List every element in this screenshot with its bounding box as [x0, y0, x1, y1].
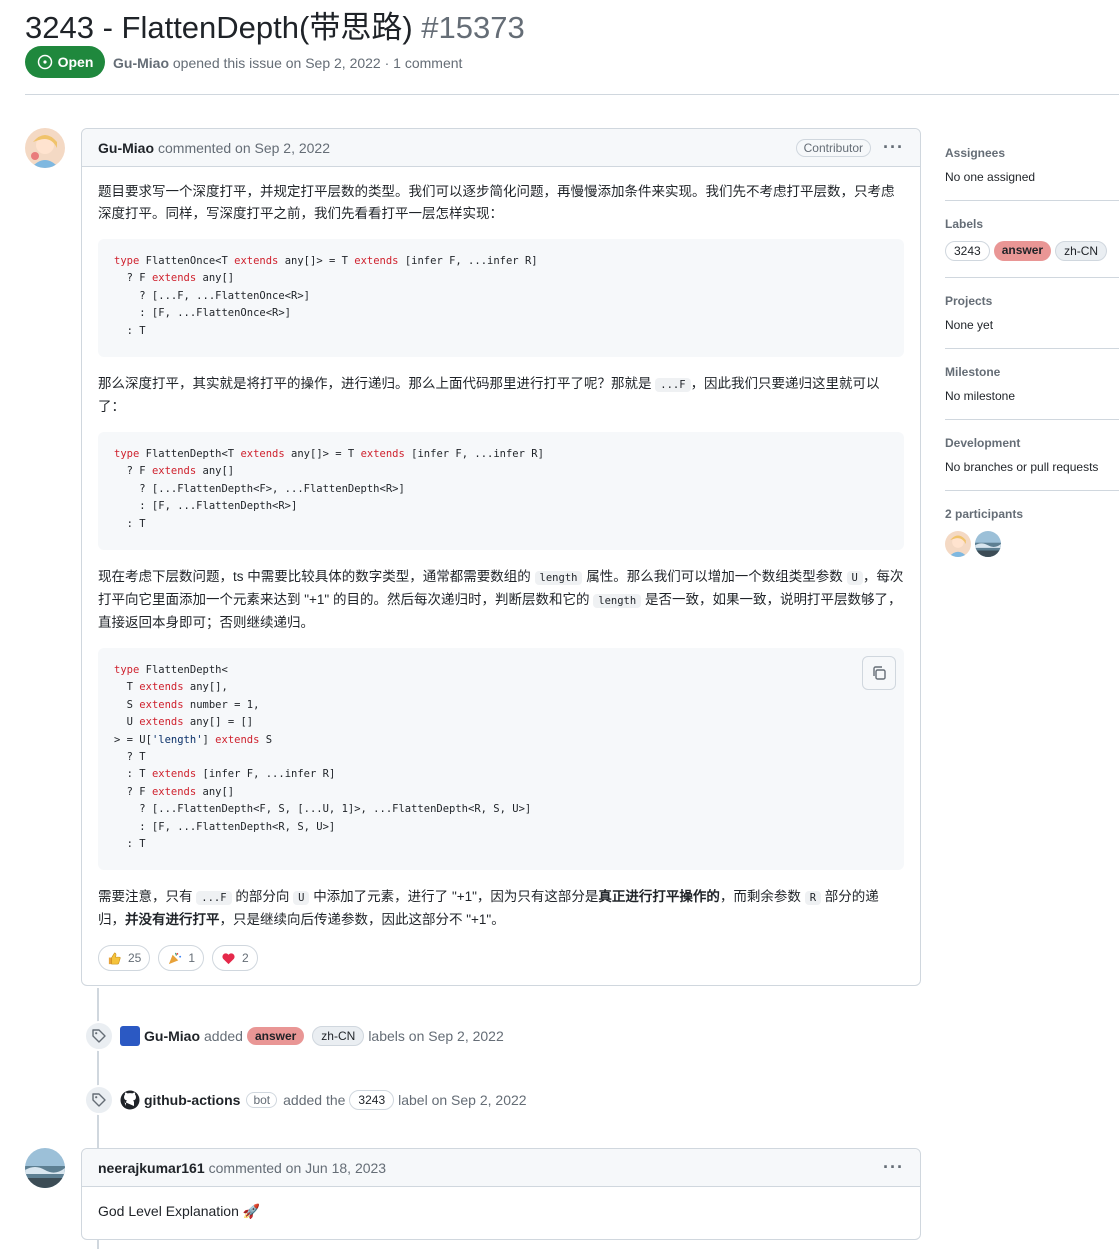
paragraph: 那么深度打平，其实就是将打平的操作，进行递归。那么上面代码那里进行打平了呢？那就…	[98, 376, 880, 414]
comment-menu-button[interactable]: ···	[883, 137, 904, 158]
comment-card: neerajkumar161 commented on Jun 18, 2023…	[81, 1148, 921, 1240]
issue-number: #15373	[421, 10, 525, 45]
code-block-flatten-depth: type FlattenDepth<T extends any[]> = T e…	[98, 432, 904, 550]
label-event: Gu-Miao added answer zh-CN labels on Sep…	[84, 1021, 504, 1051]
avatar[interactable]	[25, 128, 65, 168]
sidebar-labels: Labels 3243 answer zh-CN	[945, 201, 1119, 278]
header-divider	[25, 94, 1119, 95]
inline-code: length	[593, 594, 642, 608]
event-actor[interactable]: Gu-Miao	[144, 1028, 200, 1044]
comment-header: Gu-Miao commented on Sep 2, 2022 Contrib…	[82, 129, 920, 167]
comment-body: God Level Explanation 🚀	[82, 1187, 920, 1236]
copy-icon	[873, 666, 886, 680]
sidebar-heading[interactable]: Labels	[945, 217, 1119, 231]
sidebar-value: None yet	[945, 318, 994, 332]
label-3243[interactable]: 3243	[945, 241, 990, 261]
open-state-badge: Open	[25, 46, 105, 78]
comment-author[interactable]: neerajkumar161	[98, 1160, 205, 1176]
reaction-heart[interactable]: 2	[212, 945, 258, 971]
sidebar-assignees: Assignees No one assigned	[945, 128, 1119, 201]
issue-meta-text: opened this issue on Sep 2, 2022 · 1 com…	[172, 55, 463, 71]
comment-date[interactable]: commented on Jun 18, 2023	[209, 1160, 386, 1176]
label-zh-cn[interactable]: zh-CN	[312, 1026, 365, 1046]
sidebar-development: Development No branches or pull requests	[945, 420, 1119, 491]
event-suffix: labels on Sep 2, 2022	[368, 1028, 504, 1044]
sidebar-heading: 2 participants	[945, 507, 1024, 521]
code-block-flatten-once: type FlattenOnce<T extends any[]> = T ex…	[98, 239, 904, 357]
paragraph: 需要注意，只有 ...F 的部分向 U 中添加了元素，进行了 "+1"，因为只有…	[98, 889, 879, 927]
heart-icon	[222, 952, 235, 964]
inline-code: ...F	[196, 891, 232, 905]
issue-meta: Gu-Miao opened this issue on Sep 2, 2022…	[113, 55, 462, 71]
sidebar-value: No branches or pull requests	[945, 460, 1099, 474]
event-actor[interactable]: github-actions	[144, 1092, 240, 1108]
sidebar-value: No one assigned	[945, 170, 1036, 184]
label-event: github-actions bot added the 3243 label …	[84, 1085, 527, 1115]
sidebar-heading[interactable]: Projects	[945, 294, 1119, 308]
inline-code: U	[846, 571, 863, 585]
comment-menu-button[interactable]: ···	[883, 1157, 904, 1178]
inline-code: R	[804, 891, 822, 905]
issue-sidebar: Assignees No one assigned Labels 3243 an…	[945, 128, 1119, 573]
sidebar-milestone: Milestone No milestone	[945, 349, 1119, 420]
paragraph: 现在考虑下层数问题，ts 中需要比较具体的数字类型，通常都需要数组的 lengt…	[98, 569, 904, 630]
bot-badge: bot	[246, 1092, 278, 1108]
issue-opened-icon	[37, 54, 52, 70]
sidebar-heading[interactable]: Development	[945, 436, 1119, 450]
inline-code: U	[293, 891, 310, 905]
event-verb: added	[204, 1028, 243, 1044]
sidebar-participants: 2 participants	[945, 491, 1119, 573]
participant-avatar[interactable]	[975, 531, 1001, 557]
label-3243[interactable]: 3243	[349, 1090, 395, 1110]
paragraph: 题目要求写一个深度打平，并规定打平层数的类型。我们可以逐步简化问题，再慢慢添加条…	[98, 184, 895, 221]
comment-header: neerajkumar161 commented on Jun 18, 2023…	[82, 1149, 920, 1187]
reaction-count: 1	[188, 951, 196, 965]
sidebar-heading[interactable]: Milestone	[945, 365, 1119, 379]
reaction-count: 2	[242, 951, 249, 965]
inline-code: ...F	[655, 378, 691, 392]
label-zh-cn[interactable]: zh-CN	[1055, 241, 1108, 261]
sidebar-heading[interactable]: Assignees	[945, 146, 1119, 160]
participant-avatar[interactable]	[945, 531, 971, 557]
issue-title-text: 3243 - FlattenDepth(带思路)	[25, 10, 413, 45]
comment-text: God Level Explanation 🚀	[98, 1203, 261, 1219]
label-answer[interactable]: answer	[993, 241, 1052, 261]
comment-body: 题目要求写一个深度打平，并规定打平层数的类型。我们可以逐步简化问题，再慢慢添加条…	[82, 167, 920, 985]
inline-code: length	[534, 571, 583, 585]
reaction-tada[interactable]: 1	[158, 945, 205, 971]
tag-icon	[84, 1021, 114, 1051]
copy-code-button[interactable]	[862, 656, 896, 690]
comment-card: Gu-Miao commented on Sep 2, 2022 Contrib…	[81, 128, 921, 986]
avatar[interactable]	[120, 1026, 140, 1046]
github-logo-icon[interactable]	[120, 1090, 140, 1110]
reaction-count: 25	[128, 951, 142, 965]
sidebar-projects: Projects None yet	[945, 278, 1119, 349]
tada-icon	[169, 952, 182, 964]
code-block-final: type FlattenDepth< T extends any[], S ex…	[98, 648, 904, 870]
event-verb: added the	[283, 1092, 346, 1108]
comment-author[interactable]: Gu-Miao	[98, 140, 154, 156]
state-label: Open	[57, 54, 94, 70]
avatar[interactable]	[25, 1148, 65, 1188]
thumbs-up-icon	[108, 952, 121, 964]
sidebar-value: No milestone	[945, 389, 1016, 403]
issue-author-link[interactable]: Gu-Miao	[113, 55, 169, 71]
reactions-bar: 25 1 2	[98, 945, 904, 985]
label-answer[interactable]: answer	[246, 1027, 305, 1045]
comment-date[interactable]: commented on Sep 2, 2022	[158, 140, 330, 156]
reaction-thumbs-up[interactable]: 25	[98, 945, 151, 971]
issue-title: 3243 - FlattenDepth(带思路) #15373	[25, 2, 525, 47]
contributor-badge: Contributor	[795, 138, 872, 157]
event-suffix: label on Sep 2, 2022	[398, 1092, 527, 1108]
tag-icon	[84, 1085, 114, 1115]
